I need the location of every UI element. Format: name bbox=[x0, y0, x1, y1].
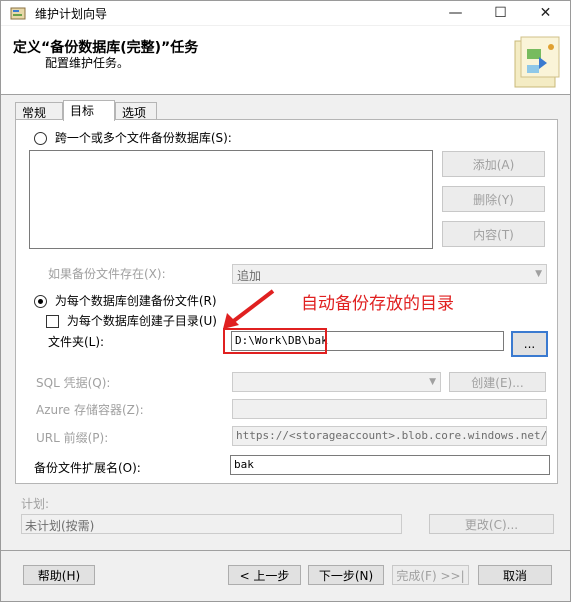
maximize-button[interactable]: ☐ bbox=[478, 1, 523, 25]
azure-container-input[interactable] bbox=[232, 399, 547, 419]
backup-files-list[interactable] bbox=[29, 150, 433, 249]
schedule-value: 未计划(按需) bbox=[21, 514, 402, 534]
sql-credential-select[interactable]: ▼ bbox=[232, 372, 441, 392]
browse-button[interactable]: ... bbox=[511, 331, 548, 357]
subdir-checkbox-box[interactable] bbox=[46, 315, 59, 328]
title-bar: 维护计划向导 — ☐ ✕ bbox=[1, 1, 570, 25]
chevron-down-icon: ▼ bbox=[429, 377, 436, 387]
schedule-label: 计划: bbox=[21, 497, 50, 511]
finish-button[interactable]: 完成(F) >>| bbox=[392, 565, 469, 585]
extension-input[interactable]: bak bbox=[230, 455, 550, 475]
radio-per-db[interactable]: 为每个数据库创建备份文件(R) bbox=[34, 292, 217, 309]
radio-multi-files-label: 跨一个或多个文件备份数据库(S): bbox=[54, 131, 232, 145]
maintenance-plan-illustration-icon bbox=[514, 36, 560, 88]
radio-per-db-button[interactable] bbox=[34, 295, 47, 308]
minimize-button[interactable]: — bbox=[433, 1, 478, 25]
page-subtitle: 配置维护任务。 bbox=[45, 56, 130, 70]
radio-multi-files[interactable]: 跨一个或多个文件备份数据库(S): bbox=[34, 129, 232, 146]
maximize-icon: ☐ bbox=[494, 5, 507, 21]
contents-button[interactable]: 内容(T) bbox=[442, 221, 545, 247]
back-button[interactable]: < 上一步 bbox=[228, 565, 301, 585]
tab-options[interactable]: 选项 bbox=[115, 102, 157, 120]
create-button[interactable]: 创建(E)... bbox=[449, 372, 546, 392]
url-prefix-label: URL 前缀(P): bbox=[36, 431, 109, 445]
if-exists-label: 如果备份文件存在(X): bbox=[48, 267, 166, 281]
app-icon bbox=[10, 7, 26, 20]
footer-divider bbox=[1, 550, 570, 551]
tab-destination[interactable]: 目标 bbox=[63, 100, 115, 121]
tab-general[interactable]: 常规 bbox=[15, 102, 63, 120]
wizard-window: 维护计划向导 — ☐ ✕ 定义“备份数据库(完整)”任务 配置维护任务。 常规 … bbox=[0, 0, 571, 602]
close-icon: ✕ bbox=[539, 5, 552, 21]
minimize-icon: — bbox=[448, 5, 463, 21]
chevron-down-icon: ▼ bbox=[535, 269, 542, 279]
change-schedule-button[interactable]: 更改(C)... bbox=[429, 514, 554, 534]
url-prefix-input[interactable]: https://<storageaccount>.blob.core.windo… bbox=[232, 426, 547, 446]
radio-per-db-label: 为每个数据库创建备份文件(R) bbox=[54, 294, 217, 308]
annotation-arrow-icon bbox=[223, 289, 275, 329]
add-button[interactable]: 添加(A) bbox=[442, 151, 545, 177]
folder-label: 文件夹(L): bbox=[48, 335, 105, 349]
if-exists-value: 追加 bbox=[237, 269, 262, 283]
help-button[interactable]: 帮助(H) bbox=[23, 565, 95, 585]
annotation-text: 自动备份存放的目录 bbox=[301, 294, 454, 314]
extension-label: 备份文件扩展名(O): bbox=[34, 461, 141, 475]
sql-credential-label: SQL 凭据(Q): bbox=[36, 376, 111, 390]
radio-multi-files-button[interactable] bbox=[34, 132, 47, 145]
subdir-checkbox[interactable]: 为每个数据库创建子目录(U) bbox=[46, 312, 217, 329]
close-button[interactable]: ✕ bbox=[523, 1, 568, 25]
if-exists-select[interactable]: 追加 ▼ bbox=[232, 264, 547, 284]
azure-container-label: Azure 存储容器(Z): bbox=[36, 403, 144, 417]
subdir-checkbox-label: 为每个数据库创建子目录(U) bbox=[66, 314, 217, 328]
window-title: 维护计划向导 bbox=[35, 7, 108, 21]
wizard-header: 定义“备份数据库(完整)”任务 配置维护任务。 bbox=[1, 26, 570, 95]
cancel-button[interactable]: 取消 bbox=[478, 565, 552, 585]
next-button[interactable]: 下一步(N) bbox=[308, 565, 384, 585]
delete-button[interactable]: 删除(Y) bbox=[442, 186, 545, 212]
